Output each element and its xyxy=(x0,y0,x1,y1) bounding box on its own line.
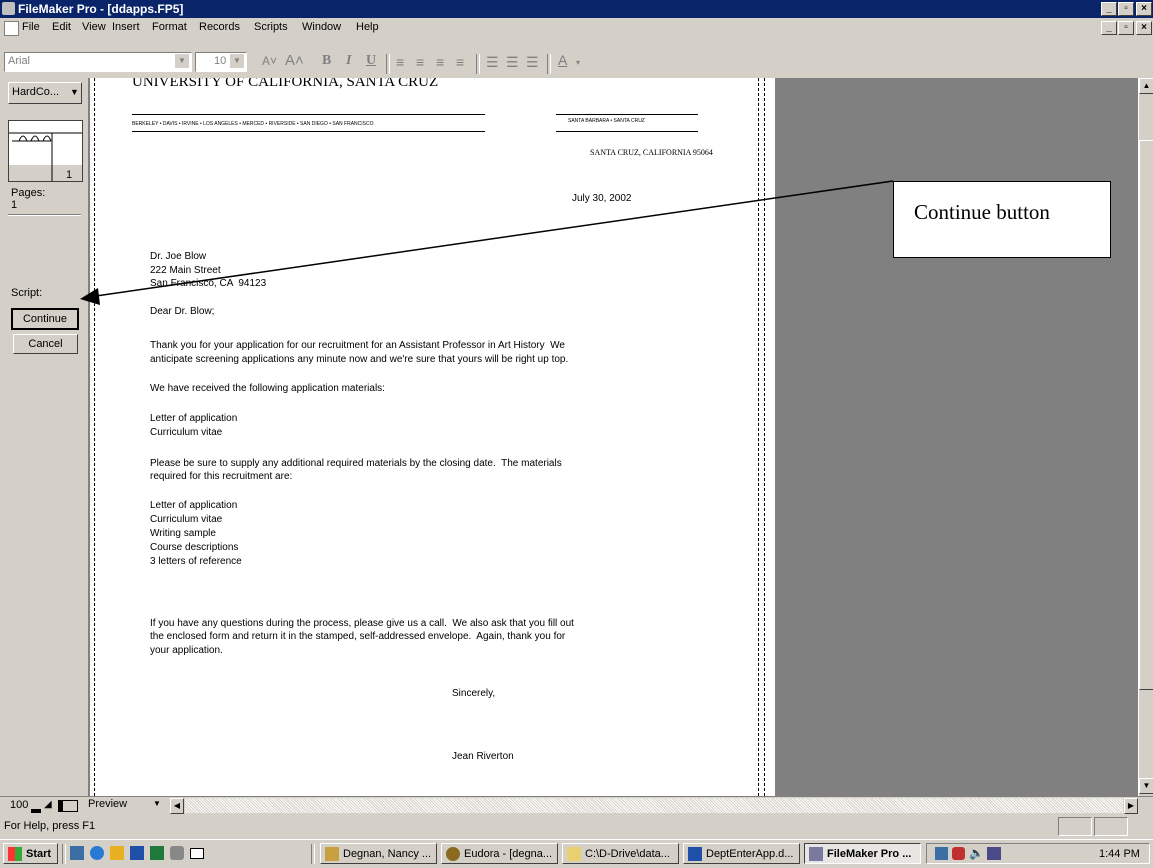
annotation-arrow xyxy=(80,180,894,305)
annotation-callout: Continue button xyxy=(893,181,1111,258)
